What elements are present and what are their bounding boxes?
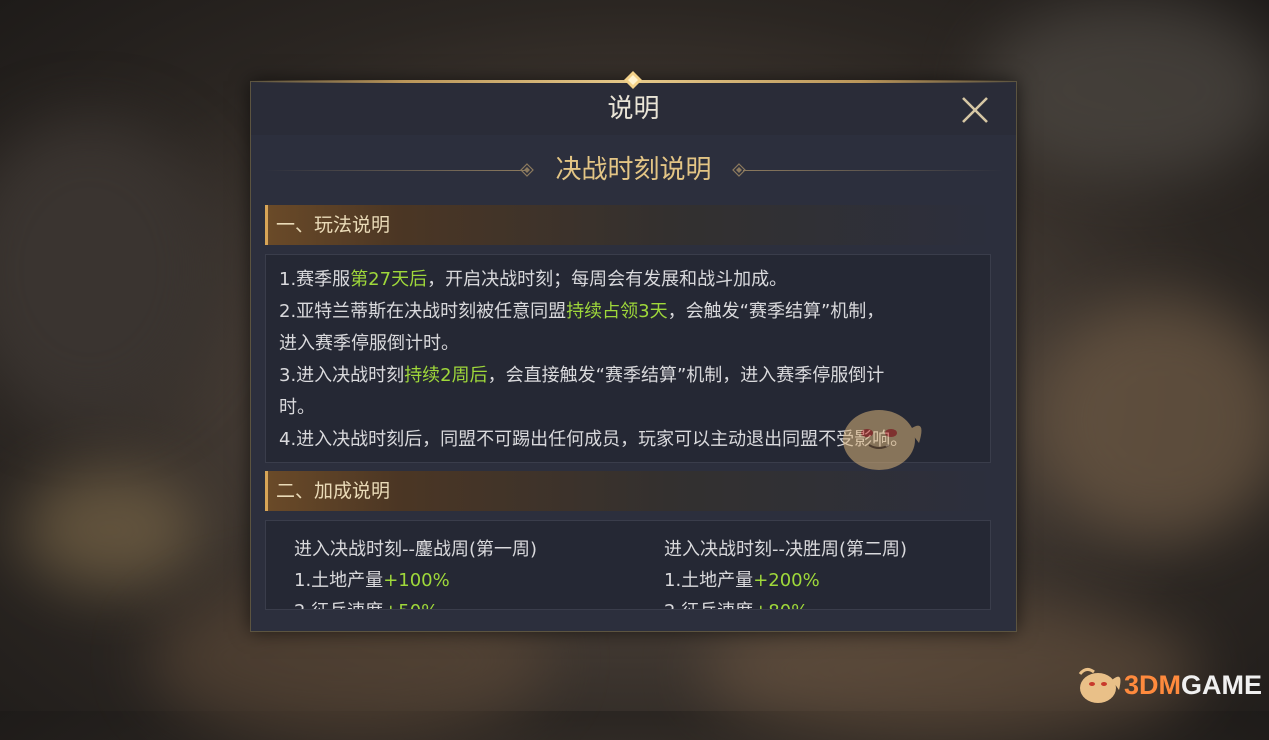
bonus-column-title: 进入决战时刻--决胜周(第二周): [664, 539, 908, 560]
subtitle-row: 决战时刻说明: [251, 150, 1016, 190]
dialog-title: 说明: [607, 94, 660, 124]
rule-line: 时。: [279, 397, 315, 418]
background-blur: [980, 0, 1269, 180]
section-heading-label: 二、加成说明: [276, 480, 391, 502]
section-heading-bonus: 二、加成说明: [265, 471, 994, 511]
bonus-item: 1.土地产量+100%: [294, 570, 450, 591]
rule-line: 3.进入决战时刻持续2周后，会直接触发“赛季结算”机制，进入赛季停服倒计: [279, 365, 885, 386]
background-blur: [20, 470, 200, 590]
close-icon: [962, 97, 988, 123]
bonus-text-box[interactable]: 进入决战时刻--鏖战周(第一周) 1.土地产量+100% 2.征兵速度+50% …: [265, 520, 991, 610]
bonus-item: 2.征兵速度+80%: [664, 601, 808, 609]
rule-line: 4.进入决战时刻后，同盟不可踢出任何成员，玩家可以主动退出同盟不受影响。: [279, 429, 909, 450]
section-heading-gameplay: 一、玩法说明: [265, 205, 994, 245]
explanation-dialog: 说明 决战时刻说明 一、玩法说明 1.赛季服第27天后，开启决战时刻；每周会有发…: [250, 71, 1017, 632]
brand-text: 3DMGAME: [1124, 670, 1263, 700]
rule-line: 1.赛季服第27天后，开启决战时刻；每周会有发展和战斗加成。: [279, 269, 788, 290]
divider-line: [743, 170, 1003, 171]
bonus-item: 1.土地产量+200%: [664, 570, 820, 591]
rule-line: 进入赛季停服倒计时。: [279, 333, 459, 354]
bonus-item: 2.征兵速度+50%: [294, 601, 438, 609]
3dmgame-watermark: 3DMGAME: [1076, 662, 1266, 708]
close-button[interactable]: [959, 94, 991, 126]
mascot-logo-icon: [1078, 667, 1121, 703]
mascot-watermark-icon: [843, 410, 922, 470]
rule-line: 2.亚特兰蒂斯在决战时刻被任意同盟持续占领3天，会触发“赛季结算”机制，: [279, 301, 885, 322]
background-blur: [1030, 300, 1269, 540]
background-blur: [0, 120, 220, 420]
section-heading-label: 一、玩法说明: [276, 214, 391, 236]
bonus-column-title: 进入决战时刻--鏖战周(第一周): [294, 539, 538, 560]
